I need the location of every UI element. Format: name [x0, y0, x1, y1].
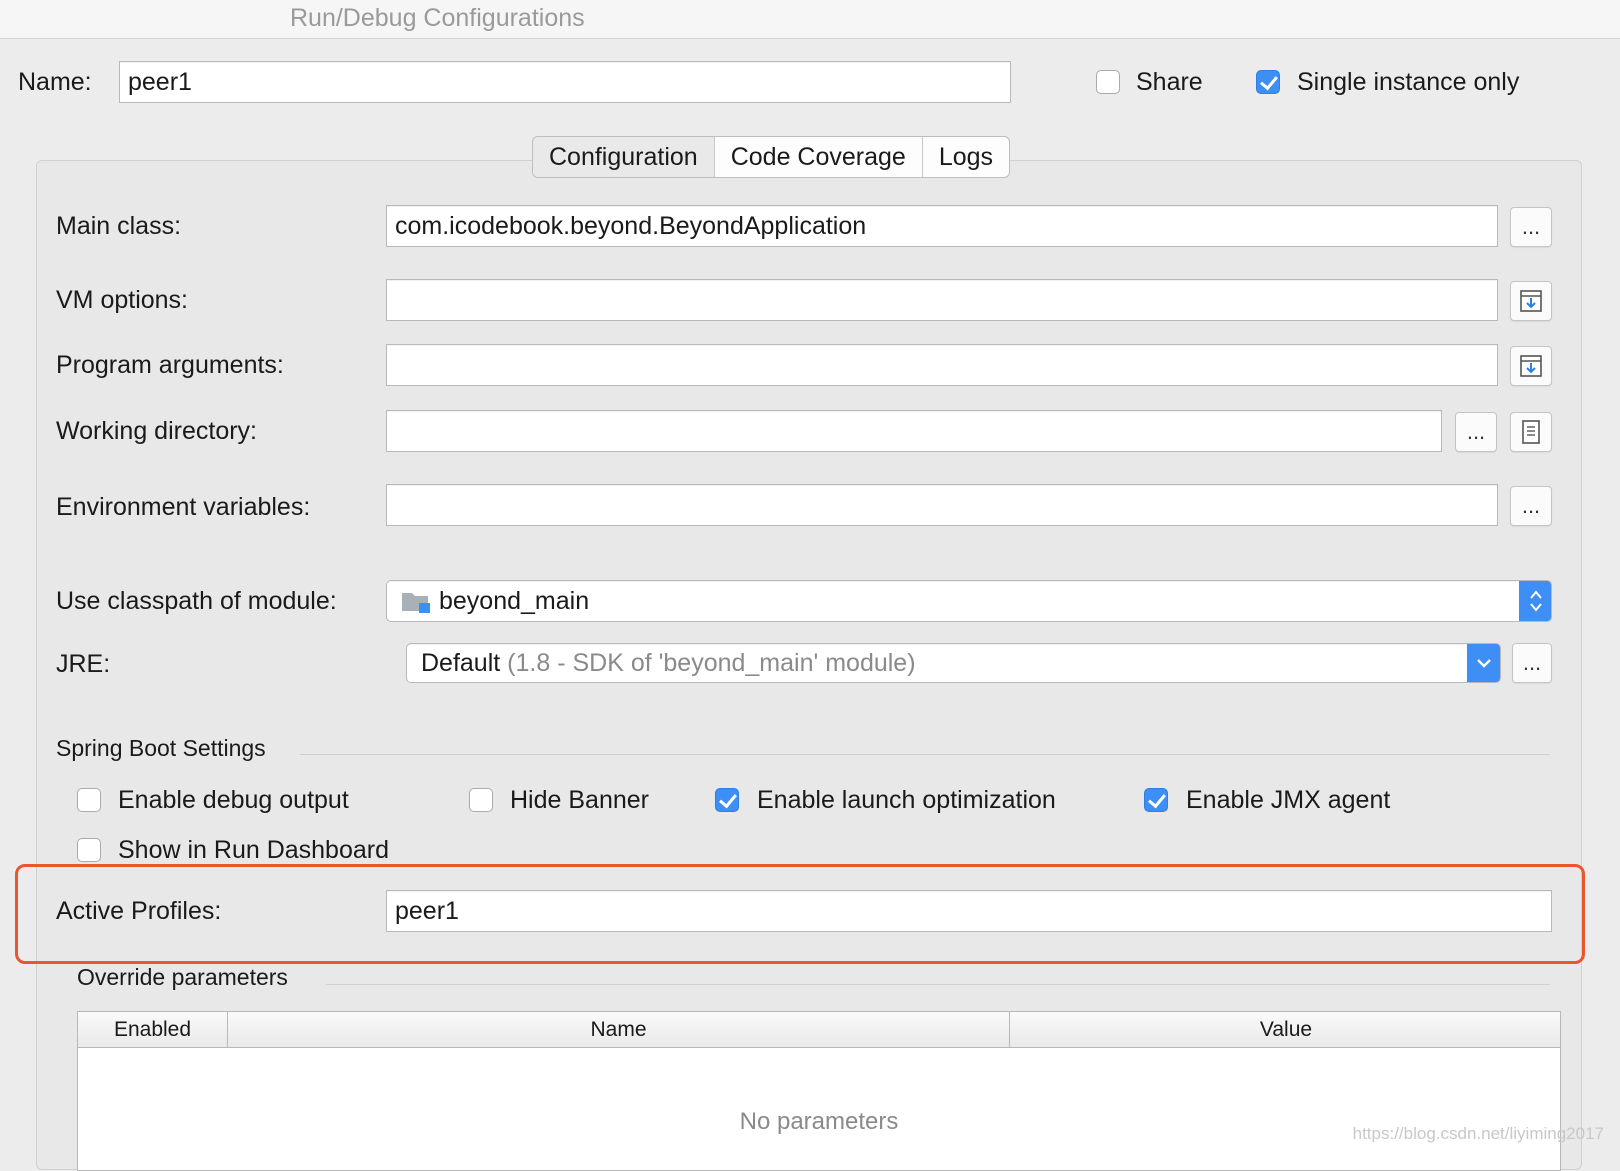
column-header-value[interactable]: Value	[1010, 1012, 1562, 1048]
environment-variables-browse-button[interactable]: ...	[1510, 486, 1552, 526]
table-header: Enabled Name Value	[78, 1012, 1560, 1048]
main-class-browse-button[interactable]: ...	[1510, 207, 1552, 247]
document-icon	[1522, 420, 1540, 444]
override-parameters-title: Override parameters	[77, 964, 288, 990]
working-directory-label: Working directory:	[56, 417, 257, 445]
tab-bar: Configuration Code Coverage Logs	[532, 136, 1011, 178]
section-divider	[326, 984, 1550, 985]
tab-code-coverage[interactable]: Code Coverage	[715, 137, 923, 177]
classpath-module-value: beyond_main	[439, 587, 590, 615]
environment-variables-field[interactable]	[386, 484, 1498, 526]
classpath-module-select[interactable]: beyond_main	[386, 580, 1552, 622]
hide-banner-checkbox[interactable]	[469, 788, 493, 812]
jre-browse-button[interactable]: ...	[1512, 643, 1552, 683]
enable-jmx-agent-label[interactable]: Enable JMX agent	[1186, 786, 1390, 815]
share-label[interactable]: Share	[1136, 68, 1203, 97]
chevron-down-icon[interactable]	[1467, 644, 1500, 682]
column-header-name[interactable]: Name	[228, 1012, 1010, 1048]
active-profiles-field[interactable]: peer1	[386, 890, 1552, 932]
main-class-field[interactable]: com.icodebook.beyond.BeyondApplication	[386, 205, 1498, 247]
vm-options-expand-button[interactable]	[1510, 281, 1552, 321]
working-directory-macro-button[interactable]	[1510, 412, 1552, 452]
enable-jmx-agent-checkbox[interactable]	[1144, 788, 1168, 812]
enable-debug-output-label[interactable]: Enable debug output	[118, 786, 349, 815]
override-parameters-table[interactable]: Enabled Name Value No parameters	[77, 1011, 1561, 1171]
working-directory-browse-button[interactable]: ...	[1455, 412, 1497, 452]
tab-logs[interactable]: Logs	[923, 137, 1009, 177]
jre-label: JRE:	[56, 650, 111, 678]
main-class-label: Main class:	[56, 212, 182, 240]
jre-select[interactable]: Default (1.8 - SDK of 'beyond_main' modu…	[406, 643, 1501, 683]
program-arguments-expand-button[interactable]	[1510, 346, 1552, 386]
environment-variables-label: Environment variables:	[56, 493, 311, 521]
watermark: https://blog.csdn.net/liyiming2017	[1352, 1124, 1604, 1143]
enable-launch-optimization-label[interactable]: Enable launch optimization	[757, 786, 1056, 815]
spring-boot-settings-title: Spring Boot Settings	[56, 735, 266, 761]
name-field[interactable]: peer1	[119, 61, 1011, 103]
enable-debug-output-checkbox[interactable]	[77, 788, 101, 812]
tab-configuration[interactable]: Configuration	[533, 137, 715, 177]
name-label: Name:	[18, 68, 92, 96]
show-in-run-dashboard-label[interactable]: Show in Run Dashboard	[118, 836, 389, 865]
stepper-arrows-icon[interactable]	[1519, 581, 1551, 621]
share-checkbox[interactable]	[1096, 70, 1120, 94]
module-folder-icon	[402, 593, 430, 613]
enable-launch-optimization-checkbox[interactable]	[715, 788, 739, 812]
show-in-run-dashboard-checkbox[interactable]	[77, 838, 101, 862]
column-header-enabled[interactable]: Enabled	[78, 1012, 228, 1048]
expand-field-icon	[1520, 355, 1542, 377]
active-profiles-label: Active Profiles:	[56, 897, 222, 925]
section-divider	[300, 754, 1550, 755]
jre-default-value: Default	[421, 649, 501, 677]
hide-banner-label[interactable]: Hide Banner	[510, 786, 649, 815]
program-arguments-label: Program arguments:	[56, 351, 284, 379]
working-directory-field[interactable]	[386, 410, 1442, 452]
expand-field-icon	[1520, 290, 1542, 312]
empty-table-message: No parameters	[739, 1108, 899, 1135]
single-instance-checkbox[interactable]	[1256, 70, 1280, 94]
vm-options-field[interactable]	[386, 279, 1498, 321]
single-instance-label[interactable]: Single instance only	[1297, 68, 1519, 97]
title-bar: Run/Debug Configurations	[0, 0, 1620, 39]
window-title: Run/Debug Configurations	[290, 4, 585, 32]
program-arguments-field[interactable]	[386, 344, 1498, 386]
vm-options-label: VM options:	[56, 286, 189, 314]
jre-detail-value: (1.8 - SDK of 'beyond_main' module)	[507, 649, 916, 677]
classpath-module-label: Use classpath of module:	[56, 587, 337, 615]
